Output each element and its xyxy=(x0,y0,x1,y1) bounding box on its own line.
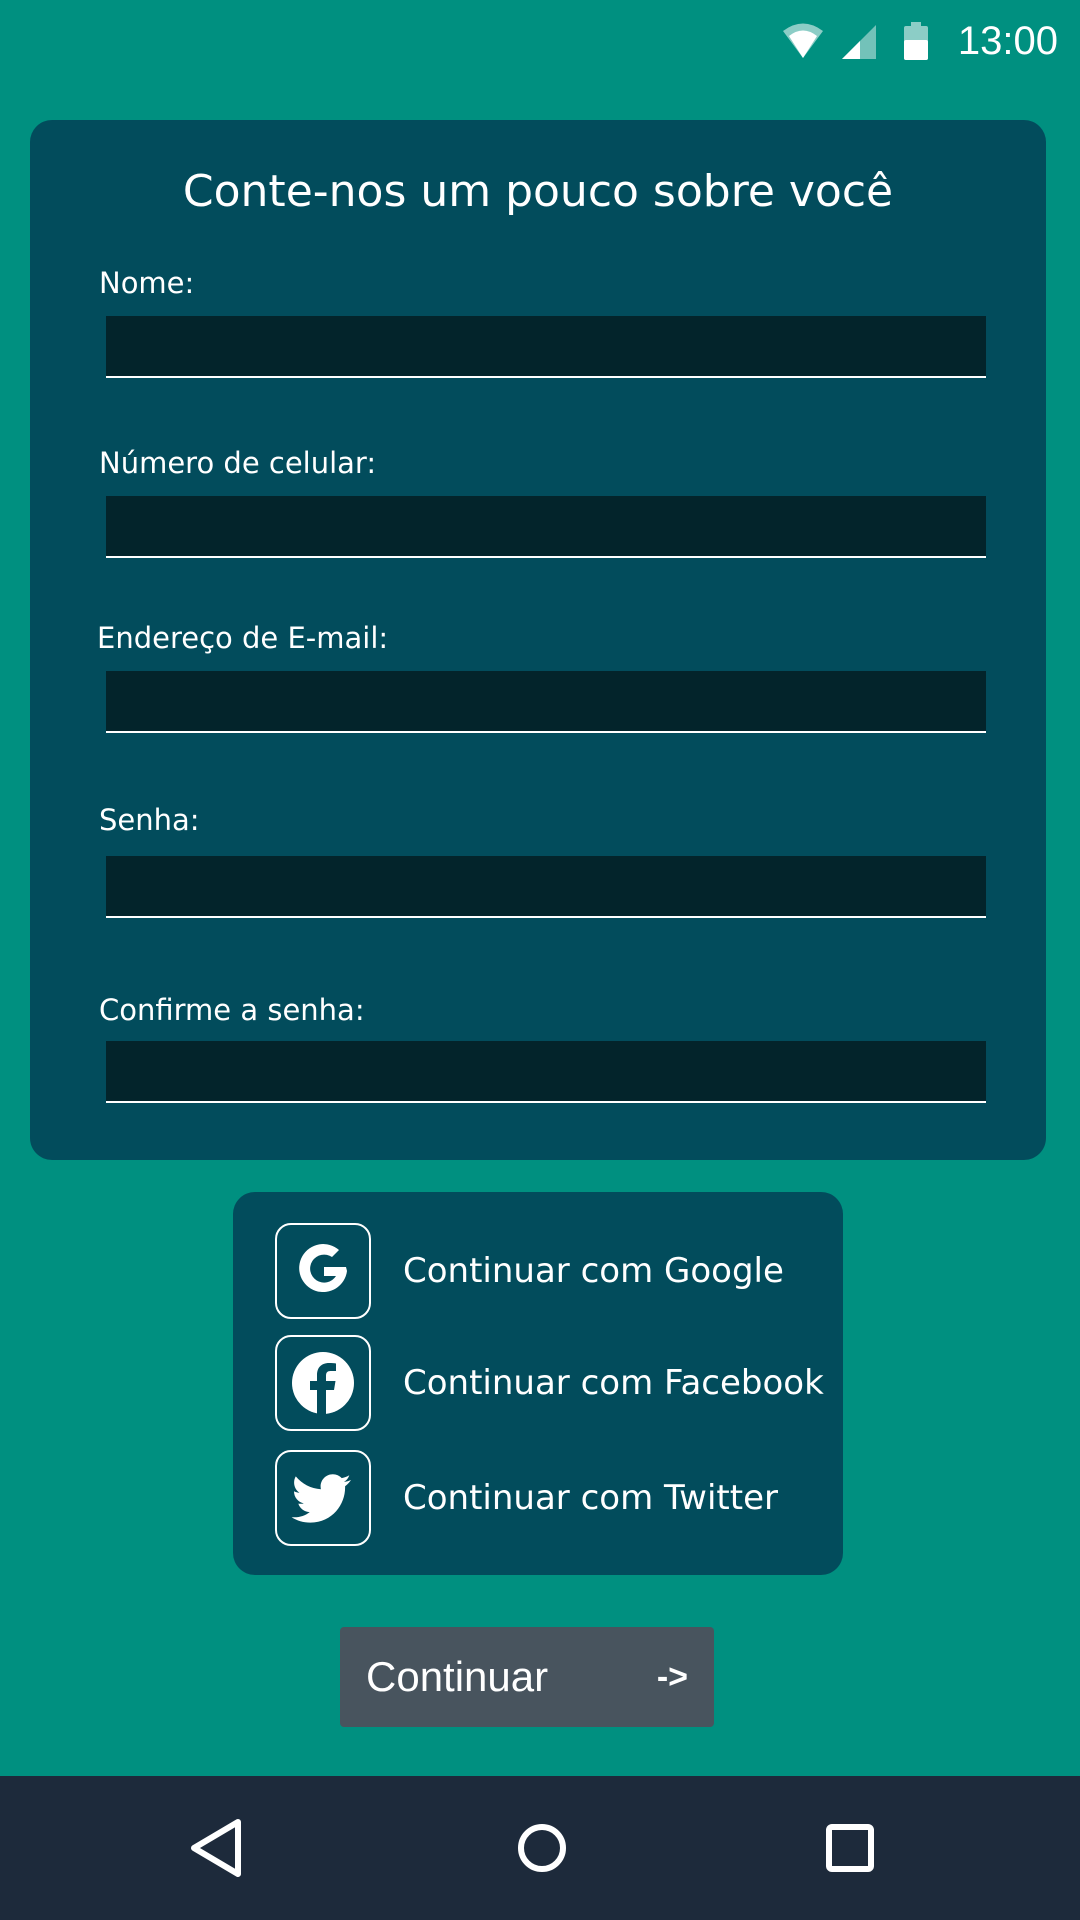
continue-button-label: Continuar xyxy=(366,1653,549,1700)
continue-with-facebook-button[interactable]: Continuar com Facebook xyxy=(275,1335,835,1431)
form-title: Conte-nos um pouco sobre você xyxy=(182,166,894,217)
google-icon xyxy=(299,1244,347,1293)
facebook-label: Continuar com Facebook xyxy=(403,1363,824,1403)
wifi-icon xyxy=(783,23,823,58)
facebook-icon-box xyxy=(275,1335,371,1431)
confirm-password-input[interactable] xyxy=(106,1041,986,1103)
registration-form-card: Conte-nos um pouco sobre você Nome: Núme… xyxy=(30,120,1046,1160)
status-clock: 13:00 xyxy=(957,19,1058,63)
name-input[interactable] xyxy=(106,316,986,378)
google-icon-box xyxy=(275,1223,371,1319)
confirm-password-label: Confirme a senha: xyxy=(99,993,365,1027)
home-button[interactable] xyxy=(506,1812,578,1884)
status-bar: 13:00 xyxy=(0,0,1080,84)
continue-with-twitter-button[interactable]: Continuar com Twitter xyxy=(275,1450,835,1546)
back-icon xyxy=(191,1819,241,1877)
phone-label: Número de celular: xyxy=(99,446,377,480)
facebook-icon xyxy=(292,1352,354,1414)
cell-signal-icon xyxy=(842,25,876,59)
phone-input[interactable] xyxy=(106,496,986,558)
email-label: Endereço de E-mail: xyxy=(97,621,389,655)
twitter-icon xyxy=(291,1474,351,1523)
name-label: Nome: xyxy=(99,266,195,300)
google-label: Continuar com Google xyxy=(403,1251,784,1291)
continue-with-google-button[interactable]: Continuar com Google xyxy=(275,1223,835,1319)
back-button[interactable] xyxy=(180,1812,252,1884)
home-icon xyxy=(518,1824,566,1872)
social-login-card: Continuar com Google Continuar com Faceb… xyxy=(233,1192,843,1575)
password-input[interactable] xyxy=(106,856,986,918)
twitter-icon-box xyxy=(275,1450,371,1546)
email-input[interactable] xyxy=(106,671,986,733)
twitter-label: Continuar com Twitter xyxy=(403,1478,778,1518)
battery-icon xyxy=(904,22,928,60)
recents-button[interactable] xyxy=(814,1812,886,1884)
continue-button[interactable]: Continuar -> xyxy=(340,1627,714,1727)
navigation-bar xyxy=(0,1776,1080,1920)
recents-icon xyxy=(826,1824,874,1872)
password-label: Senha: xyxy=(99,803,200,837)
continue-arrow: -> xyxy=(656,1658,688,1696)
